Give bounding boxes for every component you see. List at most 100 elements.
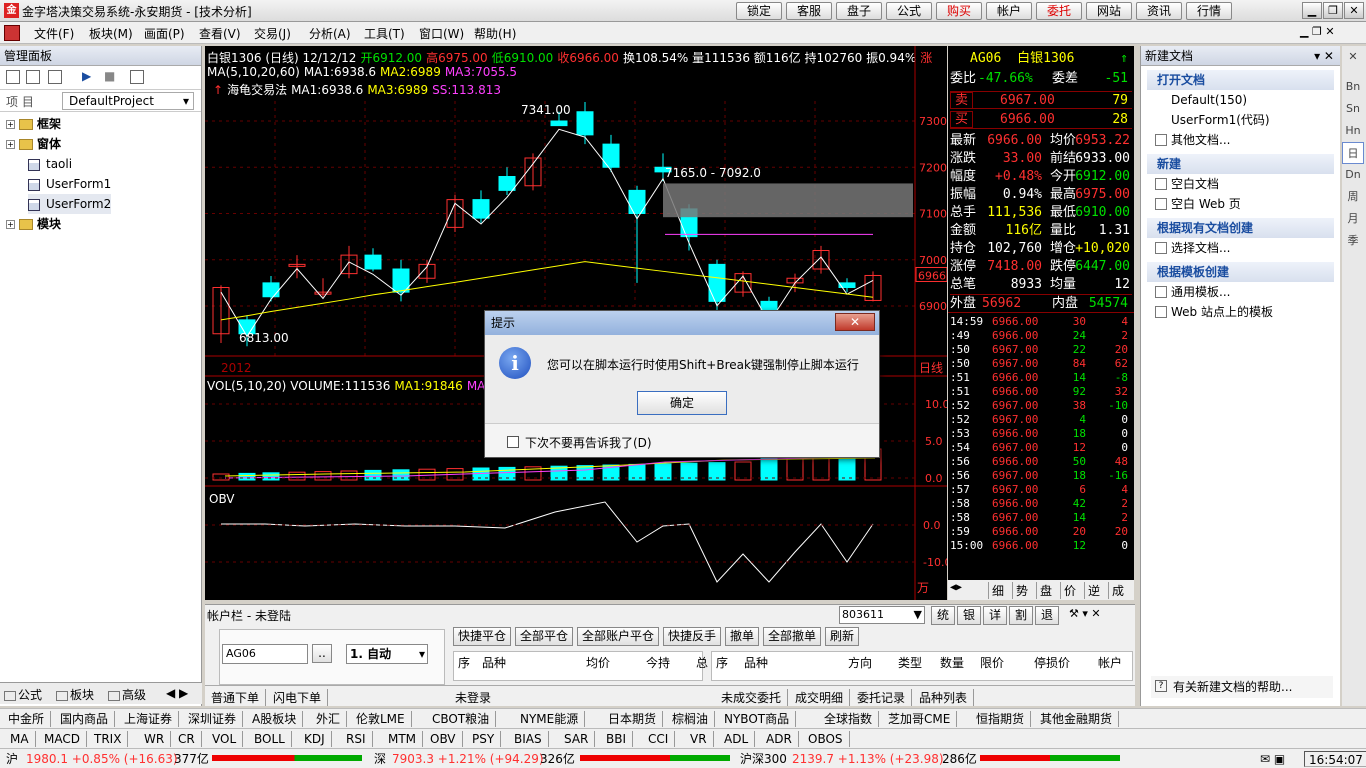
market-tab-15[interactable]: 其他金融期货 <box>1040 711 1120 727</box>
vtab-5[interactable]: 周 <box>1342 186 1364 208</box>
mini-button-3[interactable]: 割 <box>1009 606 1033 625</box>
column-header[interactable]: 限价 <box>980 654 1004 671</box>
section-header[interactable]: 根据现有文档创建 <box>1147 218 1334 238</box>
column-header[interactable]: 序 <box>716 654 728 671</box>
menu-2[interactable]: 画面(P) <box>144 25 185 42</box>
ok-button[interactable]: 确定 <box>637 391 727 415</box>
action-button-1[interactable]: 全部平仓 <box>515 627 573 646</box>
section-header[interactable]: 打开文档 <box>1147 70 1334 90</box>
record-tab-2[interactable]: 委托记录 <box>857 689 913 706</box>
action-button-0[interactable]: 快捷平仓 <box>453 627 511 646</box>
project-select[interactable]: DefaultProject ▾ <box>62 92 194 110</box>
doc-link[interactable]: Default(150) <box>1141 90 1340 110</box>
run-icon[interactable]: ▶ <box>82 69 91 83</box>
indicator-11[interactable]: PSY <box>472 731 502 747</box>
tray-icons[interactable]: ✉ ▣ <box>1260 751 1285 767</box>
properties-icon[interactable] <box>130 70 144 84</box>
column-header[interactable]: 类型 <box>898 654 922 671</box>
mini-button-2[interactable]: 详 <box>983 606 1007 625</box>
help-link[interactable]: ? 有关新建文档的帮助... <box>1151 676 1333 698</box>
action-button-4[interactable]: 撤单 <box>725 627 759 646</box>
indicator-8[interactable]: RSI <box>346 731 373 747</box>
close-button[interactable]: ✕ <box>1344 2 1364 19</box>
restore-button[interactable]: ❐ <box>1323 2 1343 19</box>
record-tab-1[interactable]: 成交明细 <box>795 689 851 706</box>
symbol-input[interactable]: AG06 <box>222 644 308 664</box>
quote-tab-0[interactable]: 细 <box>988 582 1004 599</box>
market-tab-11[interactable]: NYBOT商品 <box>724 711 797 727</box>
market-tab-14[interactable]: 恒指期货 <box>976 711 1032 727</box>
dialog-close-button[interactable]: ✕ <box>835 313 875 331</box>
record-tab-3[interactable]: 品种列表 <box>919 689 975 706</box>
left-tab-1[interactable]: 板块 <box>56 686 94 703</box>
indicator-1[interactable]: MACD <box>44 731 87 747</box>
market-tab-1[interactable]: 国内商品 <box>60 711 116 727</box>
toolbar-button-5[interactable]: 帐户 <box>986 2 1032 20</box>
menu-6[interactable]: 工具(T) <box>364 25 405 42</box>
market-tab-9[interactable]: 日本期货 <box>608 711 664 727</box>
indicator-15[interactable]: CCI <box>648 731 676 747</box>
vtab-2[interactable]: Hn <box>1342 120 1364 142</box>
expand-icon[interactable]: ⇑ <box>1120 50 1128 68</box>
indicator-13[interactable]: SAR <box>564 731 596 747</box>
list-icon[interactable] <box>26 70 40 84</box>
indicator-6[interactable]: BOLL <box>254 731 292 747</box>
indicator-10[interactable]: OBV <box>430 731 463 747</box>
toolbar-button-1[interactable]: 客服 <box>786 2 832 20</box>
expand-icon[interactable]: + <box>6 120 15 129</box>
action-button-3[interactable]: 快捷反手 <box>663 627 721 646</box>
quote-tab-3[interactable]: 价 <box>1060 582 1076 599</box>
vtab-3[interactable]: 日 <box>1342 142 1364 164</box>
mode-select[interactable]: 1. 自动 ▾ <box>346 644 428 664</box>
sell-price[interactable]: 6967.00 <box>1000 92 1055 110</box>
tab-scroll-icon[interactable]: ◀▶ <box>950 582 962 593</box>
vtab-close-icon[interactable]: ✕ <box>1342 46 1364 76</box>
section-header[interactable]: 根据模板创建 <box>1147 262 1334 282</box>
doc-link[interactable]: 空白 Web 页 <box>1141 194 1340 214</box>
column-header[interactable]: 方向 <box>848 654 872 671</box>
toolbar-button-6[interactable]: 委托 <box>1036 2 1082 20</box>
expand-icon[interactable]: + <box>6 140 15 149</box>
market-tab-0[interactable]: 中金所 <box>8 711 52 727</box>
doc-link[interactable]: Web 站点上的模板 <box>1141 302 1340 322</box>
doc-link[interactable]: 通用模板... <box>1141 282 1340 302</box>
column-header[interactable]: 品种 <box>482 654 506 671</box>
menu-8[interactable]: 帮助(H) <box>474 25 516 42</box>
view-icon[interactable] <box>6 70 20 84</box>
indicator-12[interactable]: BIAS <box>514 731 549 747</box>
column-header[interactable]: 停损价 <box>1034 654 1070 671</box>
toolbar-button-2[interactable]: 盘子 <box>836 2 882 20</box>
indicator-9[interactable]: MTM <box>388 731 424 747</box>
market-tab-5[interactable]: 外汇 <box>316 711 348 727</box>
tree-item[interactable]: + 模块 <box>6 214 61 234</box>
indicator-4[interactable]: CR <box>178 731 202 747</box>
market-tab-4[interactable]: A股板块 <box>252 711 304 727</box>
market-tab-7[interactable]: CBOT粮油 <box>432 711 497 727</box>
indicator-3[interactable]: WR <box>144 731 172 747</box>
toolbar-button-3[interactable]: 公式 <box>886 2 932 20</box>
order-tab-1[interactable]: 闪电下单 <box>273 689 329 706</box>
mini-button-1[interactable]: 银 <box>957 606 981 625</box>
panel-close-icon[interactable]: ▾ ✕ <box>1314 46 1334 66</box>
account-select[interactable]: 803611 ▼ <box>839 606 925 624</box>
indicator-18[interactable]: ADR <box>766 731 799 747</box>
tree-item[interactable]: UserForm1 <box>28 174 111 194</box>
menu-5[interactable]: 分析(A) <box>309 25 351 42</box>
menu-4[interactable]: 交易(J) <box>254 25 291 42</box>
market-tab-3[interactable]: 深圳证券 <box>188 711 244 727</box>
minimize-button[interactable]: ▁ <box>1302 2 1322 19</box>
buy-price[interactable]: 6966.00 <box>1000 111 1055 129</box>
tree-item[interactable]: + 窗体 <box>6 134 61 154</box>
expand-icon[interactable]: + <box>6 220 15 229</box>
column-header[interactable]: 品种 <box>744 654 768 671</box>
indicator-16[interactable]: VR <box>690 731 714 747</box>
indicator-17[interactable]: ADL <box>724 731 756 747</box>
section-header[interactable]: 新建 <box>1147 154 1334 174</box>
mdi-controls[interactable]: ▁ ❐ ✕ <box>1300 25 1335 38</box>
quote-tab-4[interactable]: 逆 <box>1084 582 1100 599</box>
doc-link[interactable]: 其他文档... <box>1141 130 1340 150</box>
action-button-2[interactable]: 全部账户平仓 <box>577 627 659 646</box>
panel-controls-icon[interactable]: ⚒ ▾ ✕ <box>1069 607 1101 620</box>
vtab-7[interactable]: 季 <box>1342 230 1364 252</box>
market-tab-10[interactable]: 棕榈油 <box>672 711 716 727</box>
